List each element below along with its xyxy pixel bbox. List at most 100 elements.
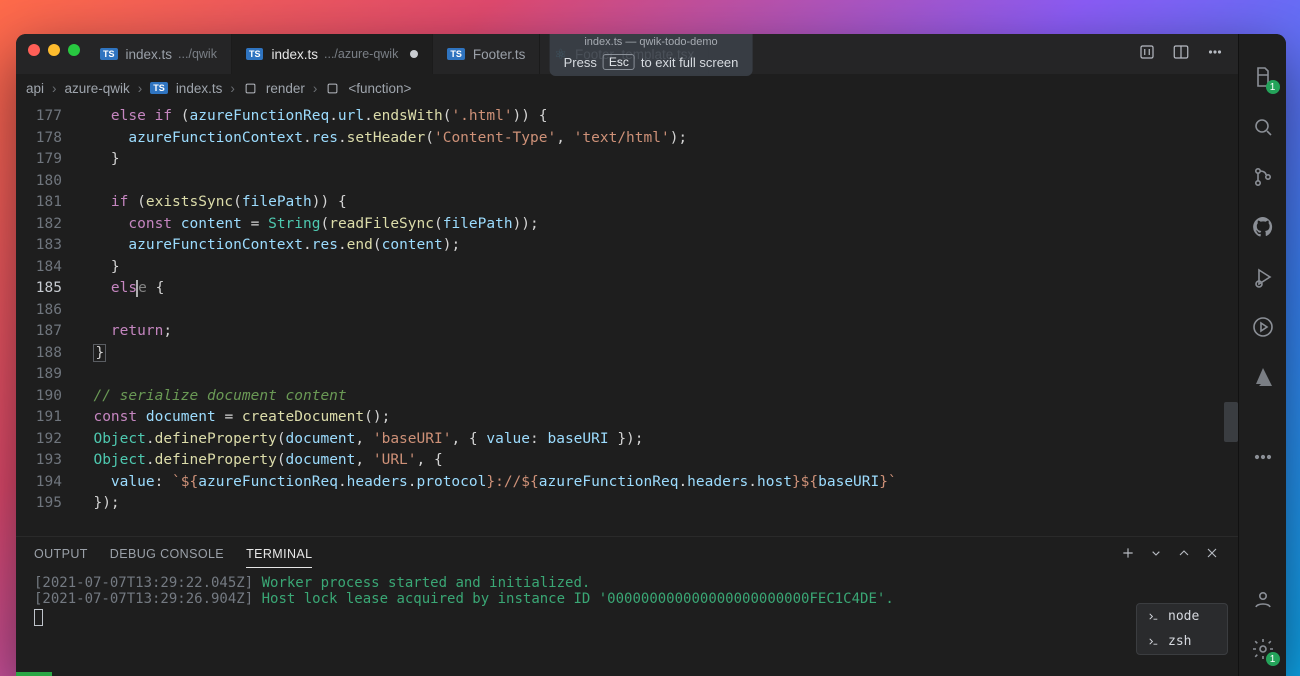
ts-file-icon: TS [150, 82, 168, 94]
breadcrumb-item[interactable]: index.ts [176, 81, 223, 96]
line-number: 177 [16, 106, 62, 128]
tab-path: .../azure-qwik [324, 47, 398, 61]
terminal-profile-node[interactable]: node [1137, 604, 1227, 629]
tab-filename: Footer.ts [473, 47, 526, 62]
activity-bar: 1 1 [1238, 34, 1286, 676]
maximize-panel-icon[interactable] [1176, 545, 1192, 564]
line-number: 193 [16, 450, 62, 472]
ts-file-icon: TS [246, 48, 264, 60]
code-line[interactable]: if (existsSync(filePath)) { [76, 192, 1238, 214]
minimap[interactable] [1220, 102, 1238, 536]
breadcrumb-item[interactable]: azure-qwik [65, 81, 130, 96]
line-number: 182 [16, 214, 62, 236]
explorer-icon[interactable]: 1 [1250, 64, 1276, 90]
breadcrumb-item[interactable]: render [266, 81, 305, 96]
run-debug-icon[interactable] [1250, 264, 1276, 290]
code-line[interactable] [76, 171, 1238, 193]
close-window-button[interactable] [28, 44, 40, 56]
more-actions-icon[interactable] [1206, 43, 1224, 66]
editor-tab[interactable]: TS Footer.ts [433, 34, 540, 74]
editor-tab[interactable]: TSindex.ts .../qwik [86, 34, 232, 74]
line-gutter: 1771781791801811821831841851861871881891… [16, 102, 76, 536]
panel-tab-terminal[interactable]: TERMINAL [246, 541, 312, 568]
line-number: 192 [16, 429, 62, 451]
code-line[interactable]: else if (azureFunctionReq.url.endsWith('… [76, 106, 1238, 128]
terminal-cursor [34, 609, 43, 626]
terminal-profile-zsh[interactable]: zsh [1137, 629, 1227, 654]
line-number: 180 [16, 171, 62, 193]
code-line[interactable]: else { [76, 278, 1238, 300]
line-number: 184 [16, 257, 62, 279]
code-line[interactable] [76, 300, 1238, 322]
line-number: 191 [16, 407, 62, 429]
hint-press: Press [564, 55, 597, 70]
terminal-output[interactable]: node zsh [2021-07-07T13:29:22.045Z] Work… [16, 571, 1238, 676]
code-line[interactable]: }); [76, 493, 1238, 515]
breadcrumb-item[interactable]: <function> [348, 81, 411, 96]
terminal-dropdown-icon[interactable] [1148, 545, 1164, 564]
line-number: 194 [16, 472, 62, 494]
split-editor-icon[interactable] [1172, 43, 1190, 66]
line-number: 178 [16, 128, 62, 150]
tab-filename: index.ts [271, 47, 318, 62]
settings-gear-icon[interactable]: 1 [1250, 636, 1276, 662]
compare-changes-icon[interactable] [1138, 43, 1156, 66]
code-line[interactable]: return; [76, 321, 1238, 343]
window-controls [28, 44, 80, 56]
code-line[interactable]: value: `${azureFunctionReq.headers.proto… [76, 472, 1238, 494]
close-panel-icon[interactable] [1204, 545, 1220, 564]
code-line[interactable]: } [76, 257, 1238, 279]
bottom-panel: OUTPUT DEBUG CONSOLE TERMINAL node zsh [… [16, 536, 1238, 676]
minimize-window-button[interactable] [48, 44, 60, 56]
line-number: 185 [16, 278, 62, 300]
line-number: 186 [16, 300, 62, 322]
line-number: 190 [16, 386, 62, 408]
breadcrumb[interactable]: api› azure-qwik› TS index.ts› render› <f… [16, 74, 1238, 102]
code-line[interactable]: // serialize document content [76, 386, 1238, 408]
terminal-profiles: node zsh [1136, 603, 1228, 655]
hint-key: Esc [603, 54, 635, 70]
terminal-line: [2021-07-07T13:29:26.904Z] Host lock lea… [34, 591, 1220, 607]
code-line[interactable]: azureFunctionContext.res.setHeader('Cont… [76, 128, 1238, 150]
code-line[interactable]: const document = createDocument(); [76, 407, 1238, 429]
new-terminal-icon[interactable] [1120, 545, 1136, 564]
ts-file-icon: TS [447, 48, 465, 60]
status-bar-accent [16, 672, 52, 676]
dirty-indicator-icon [410, 50, 418, 58]
code-line[interactable] [76, 364, 1238, 386]
tab-filename: index.ts [126, 47, 173, 62]
tab-actions [1138, 34, 1238, 74]
run-icon[interactable] [1250, 314, 1276, 340]
code-line[interactable]: const content = String(readFileSync(file… [76, 214, 1238, 236]
search-icon[interactable] [1250, 114, 1276, 140]
breadcrumb-item[interactable]: api [26, 81, 44, 96]
main-column: TSindex.ts .../qwik TSindex.ts .../azure… [16, 34, 1238, 676]
editor-tab[interactable]: TS index.ts .../azure-qwik [232, 34, 433, 74]
explorer-badge: 1 [1266, 80, 1280, 94]
code-line[interactable]: Object.defineProperty(document, 'baseURI… [76, 429, 1238, 451]
line-number: 188 [16, 343, 62, 365]
azure-icon[interactable] [1250, 364, 1276, 390]
symbol-method-icon [243, 81, 258, 96]
symbol-function-icon [325, 81, 340, 96]
line-number: 183 [16, 235, 62, 257]
line-number: 181 [16, 192, 62, 214]
minimap-viewport[interactable] [1224, 402, 1238, 442]
overflow-icon[interactable] [1250, 444, 1276, 470]
source-control-icon[interactable] [1250, 164, 1276, 190]
fullscreen-window-button[interactable] [68, 44, 80, 56]
fullscreen-hint: index.ts — qwik-todo-demo Press Esc to e… [550, 34, 753, 76]
vscode-window: index.ts — qwik-todo-demo Press Esc to e… [16, 34, 1286, 676]
accounts-icon[interactable] [1250, 586, 1276, 612]
tab-path: .../qwik [178, 47, 217, 61]
panel-tab-output[interactable]: OUTPUT [34, 541, 88, 567]
panel-tab-debug-console[interactable]: DEBUG CONSOLE [110, 541, 224, 567]
code-line[interactable]: } [76, 149, 1238, 171]
code-line[interactable]: } [76, 343, 1238, 365]
code-line[interactable]: azureFunctionContext.res.end(content); [76, 235, 1238, 257]
code-line[interactable]: Object.defineProperty(document, 'URL', { [76, 450, 1238, 472]
github-icon[interactable] [1250, 214, 1276, 240]
code-editor[interactable]: 1771781791801811821831841851861871881891… [16, 102, 1238, 536]
code-area[interactable]: else if (azureFunctionReq.url.endsWith('… [76, 102, 1238, 536]
line-number: 179 [16, 149, 62, 171]
